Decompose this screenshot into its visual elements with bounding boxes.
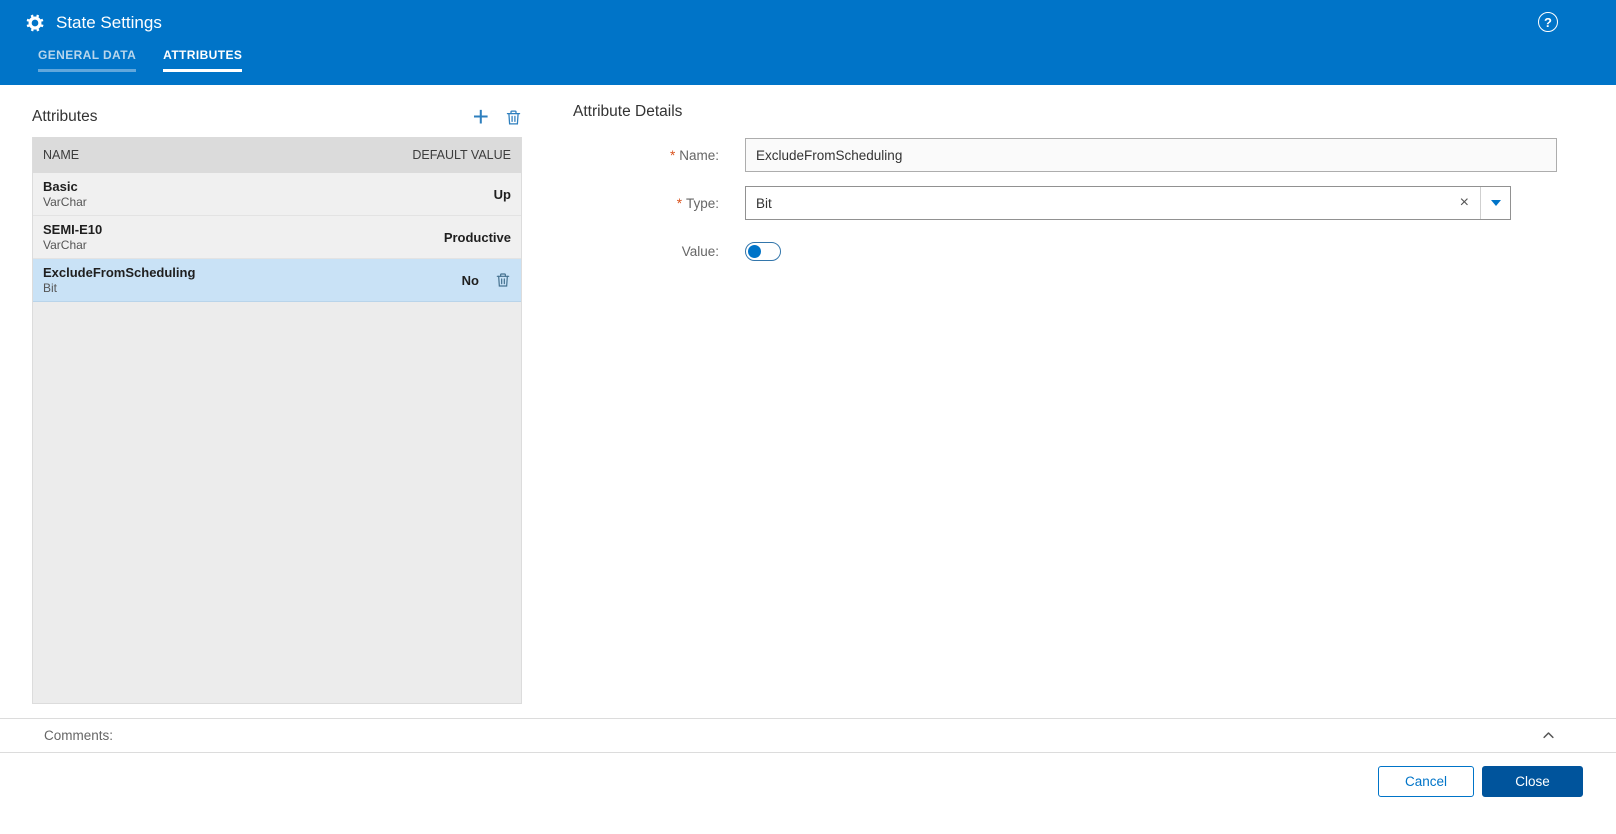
chevron-up-icon xyxy=(1543,732,1554,739)
trash-icon xyxy=(496,273,510,287)
value-label-text: Value: xyxy=(681,243,719,259)
value-field-row: Value: xyxy=(573,234,1557,268)
table-empty-area xyxy=(33,302,521,703)
footer-actions: Cancel Close xyxy=(1378,766,1583,797)
table-row-selected[interactable]: ExcludeFromScheduling Bit No xyxy=(33,259,521,302)
comments-bar: Comments: xyxy=(0,718,1616,753)
trash-icon xyxy=(506,109,521,125)
delete-attribute-button[interactable] xyxy=(505,109,522,126)
required-asterisk: * xyxy=(676,195,682,211)
attribute-name: Basic xyxy=(43,179,78,194)
attribute-default-value: No xyxy=(461,272,479,288)
attributes-panel-header: Attributes + xyxy=(32,103,522,131)
header: State Settings ? GENERAL DATA ATTRIBUTES xyxy=(0,0,1616,85)
cancel-button[interactable]: Cancel xyxy=(1378,766,1474,797)
type-field-label: * Type: xyxy=(573,196,745,211)
name-field[interactable] xyxy=(745,138,1557,172)
toggle-knob xyxy=(748,244,761,258)
chevron-down-icon xyxy=(1490,200,1501,206)
row-name-cell: ExcludeFromScheduling Bit xyxy=(43,265,195,295)
close-button[interactable]: Close xyxy=(1482,766,1583,797)
gear-icon xyxy=(25,13,45,33)
attribute-details-panel: Attribute Details *Name: *Type: Bit × xyxy=(573,103,1557,282)
tab-attributes[interactable]: ATTRIBUTES xyxy=(163,48,243,72)
attribute-default-value: Productive xyxy=(443,229,511,245)
attributes-panel-title: Attributes xyxy=(32,108,98,125)
column-header-name: NAME xyxy=(43,148,80,162)
attribute-details-form: *Name: *Type: Bit × Value: xyxy=(573,138,1557,268)
clear-icon[interactable]: × xyxy=(1449,194,1480,212)
help-icon[interactable]: ? xyxy=(1538,12,1558,32)
state-settings-window: State Settings ? GENERAL DATA ATTRIBUTES… xyxy=(0,0,1616,834)
row-name-cell: SEMI-E10 VarChar xyxy=(43,222,102,252)
type-label-text: Type: xyxy=(685,195,719,211)
page-title: State Settings xyxy=(56,13,162,32)
comments-label: Comments: xyxy=(44,728,114,743)
add-attribute-button[interactable]: + xyxy=(473,103,489,131)
collapse-comments-button[interactable] xyxy=(1541,728,1556,743)
attribute-type: VarChar xyxy=(43,238,87,252)
attribute-name: ExcludeFromScheduling xyxy=(43,265,196,280)
title-row: State Settings xyxy=(0,0,1616,46)
type-combobox[interactable]: Bit × xyxy=(745,186,1511,220)
required-asterisk: * xyxy=(669,147,676,163)
table-row[interactable]: Basic VarChar Up xyxy=(33,173,521,216)
attribute-type: VarChar xyxy=(43,195,87,209)
row-delete-button[interactable] xyxy=(495,272,511,288)
name-field-row: * Name: xyxy=(573,138,1557,172)
row-name-cell: Basic VarChar xyxy=(43,179,87,209)
table-row[interactable]: SEMI-E10 VarChar Productive xyxy=(33,216,521,259)
attributes-table: NAME DEFAULT VALUE Basic VarChar Up SEMI… xyxy=(32,137,522,704)
type-field-row: * Type: Bit × xyxy=(573,186,1557,220)
attributes-panel: Attributes + NAME DEFAULT VALUE Basic Va… xyxy=(32,103,522,704)
name-field-label: * Name: xyxy=(573,148,745,163)
value-field-label: Value: xyxy=(573,244,745,259)
tab-general-data[interactable]: GENERAL DATA xyxy=(38,48,137,72)
attribute-name: SEMI-E10 xyxy=(43,222,103,237)
attribute-details-title: Attribute Details xyxy=(573,103,683,120)
help-glyph: ? xyxy=(1544,14,1552,30)
attribute-default-value: Up xyxy=(493,186,511,202)
attributes-toolbar: + xyxy=(473,103,522,131)
dropdown-button[interactable] xyxy=(1480,187,1510,219)
attribute-type: Bit xyxy=(43,281,58,295)
type-selected-value: Bit xyxy=(756,195,772,211)
column-header-default-value: DEFAULT VALUE xyxy=(412,148,511,162)
tab-bar: GENERAL DATA ATTRIBUTES xyxy=(38,48,243,72)
value-toggle[interactable] xyxy=(745,241,781,261)
attributes-table-header: NAME DEFAULT VALUE xyxy=(33,137,521,173)
name-label-text: Name: xyxy=(679,147,719,163)
